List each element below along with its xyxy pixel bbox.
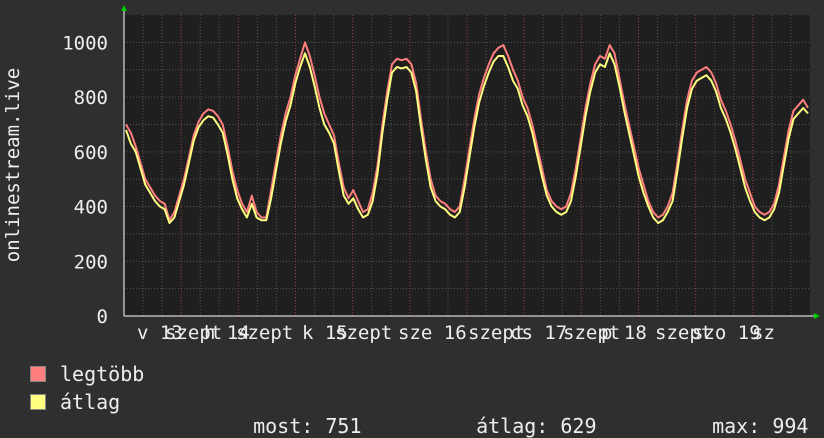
stat-most: most: 751 [229,390,361,438]
stat-most-label: most: [253,414,314,438]
legend-item-legtobb: legtöbb [30,362,144,386]
legend-label-legtobb: legtöbb [60,362,145,386]
stat-max-value: 994 [772,414,809,438]
y-tick-label: 800 [74,87,108,109]
x-tick-label: szept [335,322,392,344]
stat-atlag: átlag: 629 [452,390,597,438]
stat-most-value: 751 [325,414,362,438]
x-tick-label: cs 17 [510,322,567,344]
x-tick-label: szo 19 [692,322,761,344]
stat-atlag-value: 629 [560,414,597,438]
legend-label-atlag: átlag [60,390,121,414]
y-tick-label: 400 [74,197,108,219]
legend-swatch-legtobb [30,366,46,382]
stat-atlag-label: átlag: [476,414,549,438]
x-tick-label: sze 16 [398,322,467,344]
x-tick-label: szept [236,322,293,344]
y-tick-label: 1000 [62,32,108,54]
x-tick-label: sz [752,322,775,344]
y-tick-label: 600 [74,142,108,164]
x-tick-label: p 18 [601,322,647,344]
x-tick-labels: v 13szepth 14szept k 15szept sze 16 szeptcs… [137,322,775,344]
y-tick-label: 200 [74,251,108,273]
x-axis-arrow [814,313,820,319]
stat-max: max: 994 [688,390,808,438]
stat-max-label: max: [712,414,761,438]
legend-swatch-atlag [30,394,46,410]
legend-item-atlag: átlag [30,390,120,414]
y-axis-arrow [121,5,127,11]
y-tick-labels: 0 200 400 600 800 1000 [62,32,108,328]
y-tick-label: 0 [97,306,108,328]
y-axis-label: onlinestream.live [2,68,24,262]
